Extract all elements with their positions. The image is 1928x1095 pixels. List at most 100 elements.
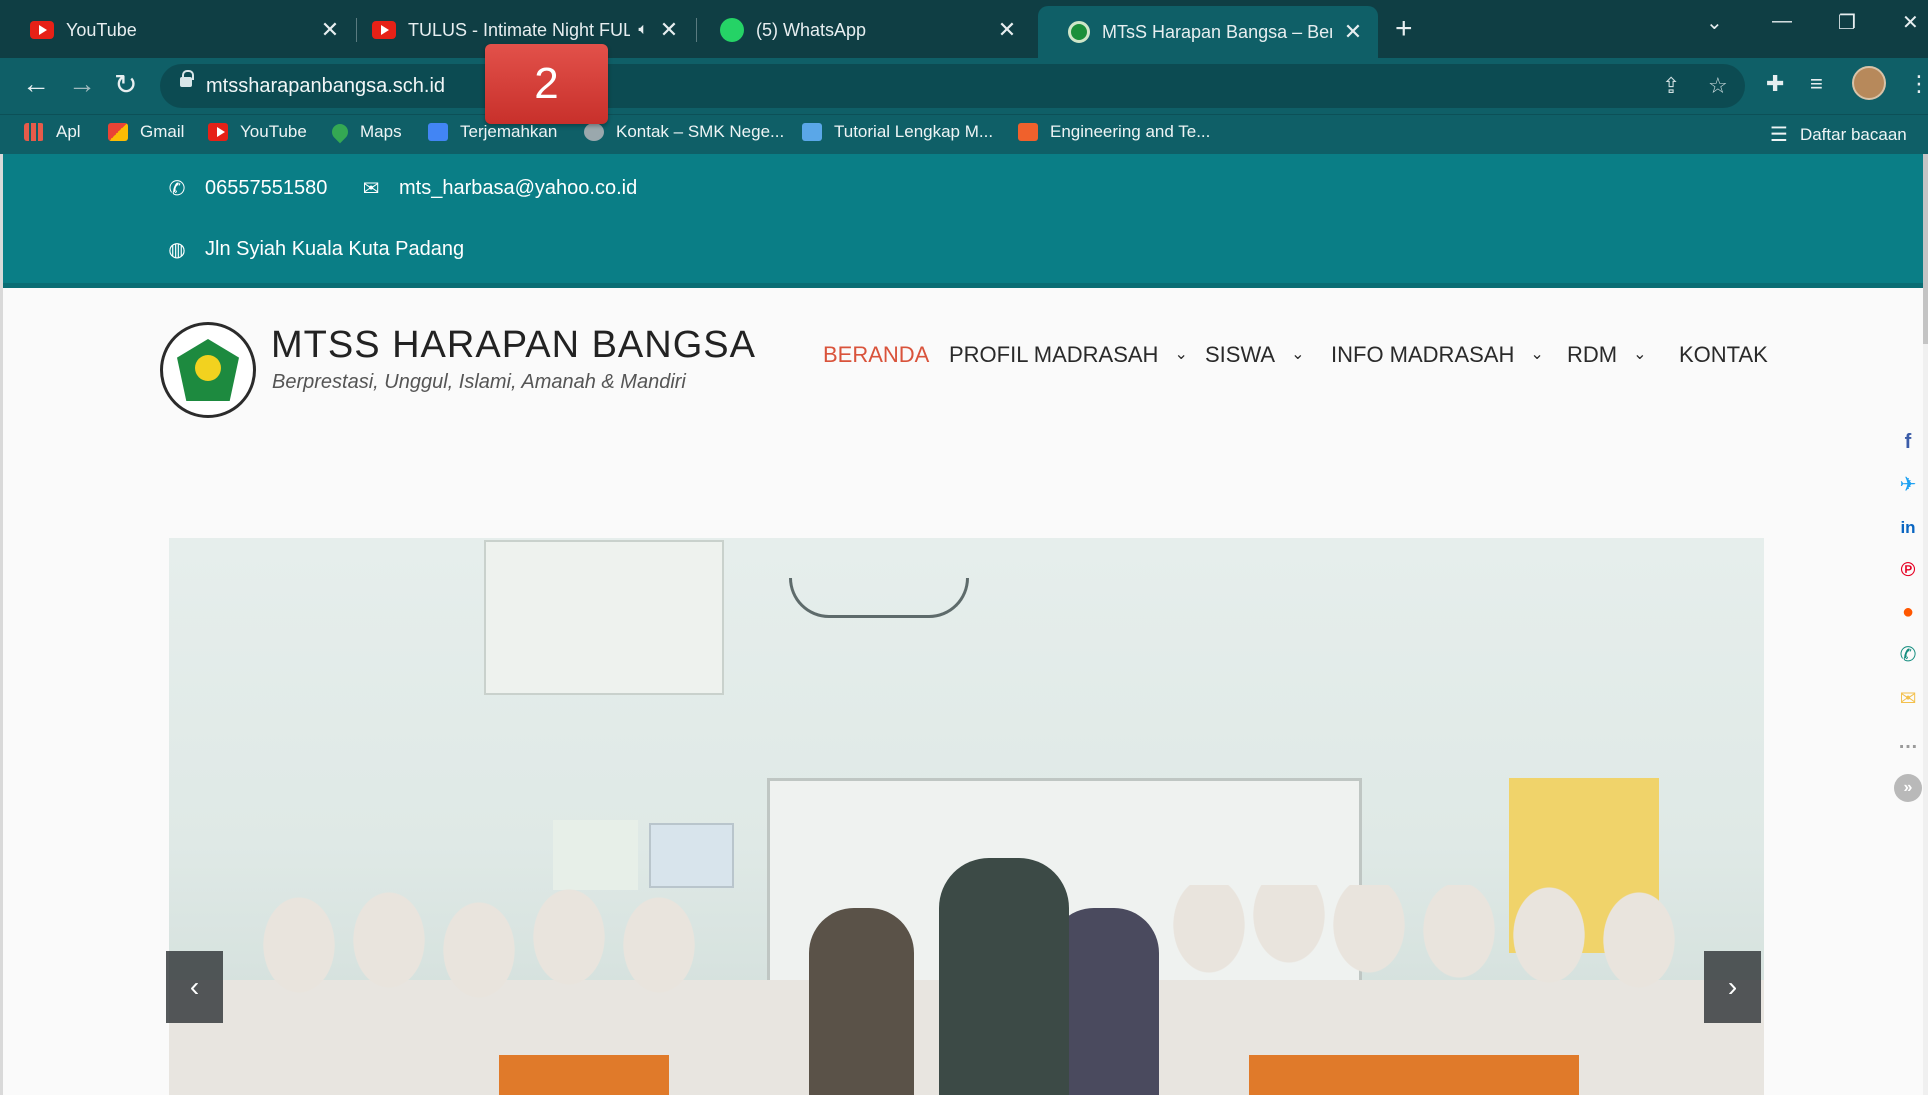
apps-grid-icon [24,123,44,141]
tab-strip: YouTube ✕ TULUS - Intimate Night FULL 🔈︎… [0,0,1928,58]
reading-list-icon: ☰ [1770,124,1788,146]
reddit-icon[interactable]: ● [1894,598,1922,626]
maps-icon [328,120,352,144]
close-icon[interactable]: ✕ [996,17,1018,43]
media-control-icon[interactable]: ≡ [1810,71,1823,97]
uniform-detail [499,1055,669,1095]
email-icon: ✉ [362,178,380,200]
scrollbar-thumb[interactable] [1923,154,1928,344]
school-logo[interactable] [160,322,256,418]
tab-mtss[interactable]: MTsS Harapan Bangsa – Berprest ✕ [1038,6,1378,58]
bookmark-star-icon[interactable]: ☆ [1708,73,1728,99]
whatsapp-icon [720,18,744,42]
bookmark-engineering[interactable]: Engineering and Te... [1018,122,1210,142]
tab-whatsapp[interactable]: (5) WhatsApp ✕ [690,8,1032,52]
hero-slider-image[interactable] [169,538,1764,1095]
whatsapp-icon[interactable]: ✆ [1894,640,1922,668]
restore-button[interactable]: ❐ [1838,10,1856,35]
nav-rdm[interactable]: RDM ⌄ [1567,342,1647,368]
minimize-button[interactable]: — [1772,10,1792,33]
youtube-icon [30,21,54,39]
pinterest-icon[interactable]: ℗ [1894,556,1922,584]
browser-toolbar: ← → ↻ mtssharapanbangsa.sch.id ⇪ ☆ ✚ ≡ ⋮ [0,58,1928,114]
collapse-icon[interactable]: » [1894,774,1922,802]
site-icon [584,123,604,141]
nav-info-madrasah[interactable]: INFO MADRASAH ⌄ [1331,342,1544,368]
bookmark-label: YouTube [240,122,307,141]
close-icon[interactable]: ✕ [1342,19,1364,45]
bookmark-kontak[interactable]: Kontak – SMK Nege... [584,122,784,142]
chevron-left-icon: ‹ [189,971,200,1002]
nav-profil-madrasah[interactable]: PROFIL MADRASAH ⌄ [949,342,1188,368]
email-icon[interactable]: ✉ [1894,684,1922,712]
tab-title: TULUS - Intimate Night FULL [408,19,631,40]
wall-poster [649,823,734,888]
facebook-icon[interactable]: f [1894,428,1922,456]
chevron-right-icon: › [1727,971,1738,1002]
tutorial-icon [802,123,822,141]
bookmarks-bar: Apl Gmail YouTube Maps Terjemahkan Konta… [0,114,1928,154]
engineering-icon [1018,123,1038,141]
reading-list-button[interactable]: ☰ Daftar bacaan [1770,122,1907,147]
chevron-down-icon: ⌄ [1530,346,1544,363]
forward-button[interactable]: → [68,68,96,100]
address-text: Jln Syiah Kuala Kuta Padang [205,238,465,260]
new-tab-button[interactable]: + [1395,12,1413,46]
chevron-down-icon: ⌄ [1174,346,1188,363]
bookmark-youtube[interactable]: YouTube [208,122,307,142]
address-bar[interactable]: mtssharapanbangsa.sch.id ⇪ ☆ [160,64,1745,108]
phone-number: 06557551580 [205,177,328,199]
linkedin-icon[interactable]: in [1894,514,1922,542]
tab-title: YouTube [66,19,137,40]
slider-prev-button[interactable]: ‹ [166,951,223,1023]
bookmark-tutorial[interactable]: Tutorial Lengkap M... [802,122,993,142]
more-icon[interactable]: … [1894,728,1922,756]
phone-contact[interactable]: ✆ 06557551580 [165,176,328,201]
webpage: ✆ 06557551580 ✉ mts_harbasa@yahoo.co.id … [0,154,1928,1095]
lock-icon[interactable] [180,70,194,87]
close-window-button[interactable]: ✕ [1902,10,1919,35]
bookmark-label: Maps [360,122,402,141]
site-title[interactable]: MTSS HARAPAN BANGSA [271,324,756,367]
bookmark-label: Engineering and Te... [1050,122,1211,141]
globe-icon: ◍ [168,239,186,261]
profile-avatar[interactable] [1852,66,1886,100]
nav-beranda[interactable]: BERANDA [823,342,929,368]
reload-button[interactable]: ↻ [114,68,137,101]
close-icon[interactable]: ✕ [658,17,680,43]
bookmark-translate[interactable]: Terjemahkan [428,122,557,142]
email-address: mts_harbasa@yahoo.co.id [399,177,638,199]
speaker-icon[interactable]: 🔈︎ [638,21,648,39]
share-icon[interactable]: ⇪ [1662,73,1680,99]
bookmark-gmail[interactable]: Gmail [108,122,184,142]
nav-kontak[interactable]: KONTAK [1679,342,1768,368]
phone-icon: ✆ [168,178,186,200]
youtube-icon [372,21,396,39]
bookmark-apps[interactable]: Apl [24,122,81,142]
close-icon[interactable]: ✕ [319,17,341,43]
uniform-detail [1249,1055,1579,1095]
nav-siswa[interactable]: SISWA ⌄ [1205,342,1305,368]
tab-title: (5) WhatsApp [756,19,867,40]
tab-search-icon[interactable]: ⌄ [1706,10,1723,35]
person [939,858,1069,1095]
wall-map [484,540,724,695]
step-number-badge: 2 [485,44,608,124]
back-button[interactable]: ← [22,68,50,100]
chevron-down-icon: ⌄ [1633,346,1647,363]
menu-icon[interactable]: ⋮ [1908,71,1928,97]
bookmark-label: Kontak – SMK Nege... [616,122,785,141]
browser-window: YouTube ✕ TULUS - Intimate Night FULL 🔈︎… [0,0,1928,1095]
chevron-down-icon: ⌄ [1291,346,1305,363]
tab-youtube[interactable]: YouTube ✕ [0,8,355,52]
url-text: mtssharapanbangsa.sch.id [206,75,446,97]
nav-label: PROFIL MADRASAH [949,342,1159,367]
email-contact[interactable]: ✉ mts_harbasa@yahoo.co.id [359,176,638,201]
nav-label: SISWA [1205,342,1276,367]
twitter-icon[interactable]: ✈ [1894,470,1922,498]
school-logo-icon [1068,21,1090,43]
bookmark-maps[interactable]: Maps [328,120,402,144]
wall-poster [553,820,638,890]
slider-next-button[interactable]: › [1704,951,1761,1023]
extensions-icon[interactable]: ✚ [1766,71,1784,97]
